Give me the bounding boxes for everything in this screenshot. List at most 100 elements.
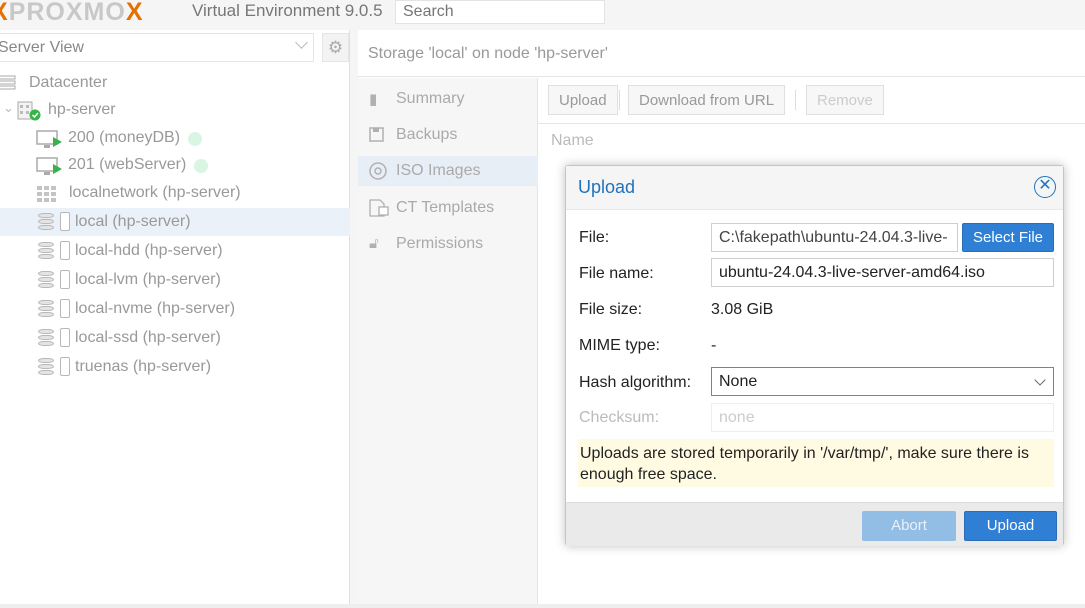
top-bar: XPROXMOX Virtual Environment 9.0.5	[0, 0, 1085, 30]
upload-notice: Uploads are stored temporarily in '/var/…	[578, 439, 1054, 487]
storage-icon	[60, 212, 70, 231]
tree-item-node[interactable]: ⌄ hp-server	[0, 96, 350, 124]
dialog-header: Upload ✕	[566, 166, 1063, 210]
database-icon	[38, 213, 54, 231]
storage-icon	[60, 299, 70, 318]
page-title: Storage 'local' on node 'hp-server'	[368, 45, 608, 62]
chevron-down-icon	[1034, 374, 1046, 386]
database-icon	[38, 242, 54, 260]
tree-item-label: localnetwork (hp-server)	[69, 184, 241, 201]
download-from-url-button[interactable]: Download from URL	[628, 85, 786, 115]
gear-icon[interactable]: ⚙	[322, 33, 349, 62]
vm-running-icon	[36, 130, 62, 148]
floppy-icon	[369, 127, 384, 142]
select-file-button[interactable]: Select File	[962, 223, 1054, 252]
storage-icon	[60, 270, 70, 289]
disc-icon	[369, 162, 387, 180]
tree-item-label: local-lvm (hp-server)	[75, 271, 221, 288]
chevron-down-icon[interactable]: ⌄	[3, 100, 14, 116]
server-online-icon	[17, 101, 41, 121]
filename-label: File name:	[579, 265, 654, 282]
toolbar-separator	[619, 90, 620, 110]
upload-confirm-button[interactable]: Upload	[964, 511, 1057, 541]
chevron-down-icon	[295, 36, 308, 49]
tree-item-label: local (hp-server)	[75, 213, 191, 230]
panel-title-bar: Storage 'local' on node 'hp-server'	[358, 30, 1085, 77]
tree-item-label: hp-server	[48, 101, 116, 118]
nav-ct-templates[interactable]: CT Templates	[358, 193, 538, 223]
tree-item-localnetwork[interactable]: localnetwork (hp-server)	[0, 179, 350, 207]
upload-button[interactable]: Upload	[548, 85, 618, 115]
tree-item-label: local-hdd (hp-server)	[75, 242, 223, 259]
column-header-name[interactable]: Name	[551, 132, 594, 150]
storage-icon	[60, 328, 70, 347]
database-icon	[38, 358, 54, 376]
hash-algorithm-select[interactable]: None	[711, 367, 1054, 396]
tree-item-storage-local[interactable]: local (hp-server)	[0, 208, 350, 236]
tree-item-storage-local-ssd[interactable]: local-ssd (hp-server)	[0, 324, 350, 352]
nav-permissions[interactable]: 🔓︎ Permissions	[358, 229, 538, 259]
tree-item-vm-201[interactable]: 201 (webServer)	[0, 151, 350, 179]
database-icon	[38, 271, 54, 289]
tree-item-label: Datacenter	[29, 74, 108, 91]
tree-item-storage-local-lvm[interactable]: local-lvm (hp-server)	[0, 266, 350, 294]
tree-item-label: truenas (hp-server)	[75, 358, 212, 375]
dialog-footer: Abort Upload	[566, 502, 1063, 546]
template-icon	[369, 199, 389, 217]
checksum-label: Checksum:	[579, 409, 660, 426]
version-label: Virtual Environment 9.0.5	[192, 1, 383, 20]
tree-item-storage-truenas[interactable]: truenas (hp-server)	[0, 353, 350, 381]
filesize-label: File size:	[579, 301, 643, 318]
tree-item-label: 201 (webServer)	[68, 156, 187, 173]
hash-algorithm-value: None	[719, 373, 758, 390]
status-dot	[194, 159, 208, 173]
tree-item-storage-local-hdd[interactable]: local-hdd (hp-server)	[0, 237, 350, 265]
nav-label: ISO Images	[396, 162, 481, 179]
status-dot	[188, 132, 202, 146]
view-select[interactable]: Server View	[0, 33, 314, 62]
mime-value: -	[711, 337, 717, 354]
file-field[interactable]: C:\fakepath\ubuntu-24.04.3-live-	[711, 223, 958, 252]
nav-label: Summary	[396, 90, 465, 107]
abort-button[interactable]: Abort	[862, 511, 956, 541]
tree-item-storage-local-nvme[interactable]: local-nvme (hp-server)	[0, 295, 350, 323]
upload-dialog: Upload ✕ File: C:\fakepath\ubuntu-24.04.…	[565, 165, 1064, 546]
resource-tree-panel: Server View ⚙ Datacenter ⌄ hp-server 200	[0, 30, 350, 604]
tree-item-label: 200 (moneyDB)	[68, 129, 181, 146]
nav-backups[interactable]: Backups	[358, 120, 538, 150]
hash-label: Hash algorithm:	[579, 374, 692, 391]
bottom-bar	[0, 604, 1085, 608]
nav-label: Permissions	[396, 235, 484, 252]
storage-toolbar: Upload Download from URL Remove	[538, 78, 1085, 124]
view-select-value: Server View	[0, 39, 84, 56]
storage-icon	[60, 357, 70, 376]
close-icon[interactable]: ✕	[1034, 176, 1056, 198]
storage-nav: ▮ Summary Backups ISO Images CT Template…	[358, 78, 538, 604]
proxmox-logo: XPROXMOX	[0, 0, 144, 26]
tree-item-label: local-nvme (hp-server)	[75, 300, 236, 317]
mime-label: MIME type:	[579, 337, 660, 354]
search-input[interactable]	[395, 0, 605, 24]
nav-label: CT Templates	[396, 199, 495, 216]
tree-item-vm-200[interactable]: 200 (moneyDB)	[0, 124, 350, 152]
nav-summary[interactable]: ▮ Summary	[358, 84, 538, 114]
database-icon	[38, 329, 54, 347]
file-label: File:	[579, 229, 610, 246]
tree-item-datacenter[interactable]: Datacenter	[0, 69, 350, 97]
filename-field[interactable]: ubuntu-24.04.3-live-server-amd64.iso	[711, 258, 1054, 287]
storage-icon	[60, 241, 70, 260]
dialog-title: Upload	[578, 177, 636, 197]
grid-icon	[37, 186, 56, 202]
vm-running-icon	[36, 157, 62, 175]
checksum-field[interactable]: none	[711, 403, 1054, 432]
database-icon	[38, 300, 54, 318]
datacenter-icon	[0, 75, 16, 90]
nav-iso-images[interactable]: ISO Images	[358, 156, 538, 186]
toolbar-separator	[795, 90, 796, 110]
remove-button[interactable]: Remove	[806, 85, 884, 115]
unlock-icon: 🔓︎	[369, 235, 379, 252]
tree-item-label: local-ssd (hp-server)	[75, 329, 221, 346]
filesize-value: 3.08 GiB	[711, 301, 774, 318]
book-icon: ▮	[369, 91, 378, 108]
nav-label: Backups	[396, 126, 458, 143]
